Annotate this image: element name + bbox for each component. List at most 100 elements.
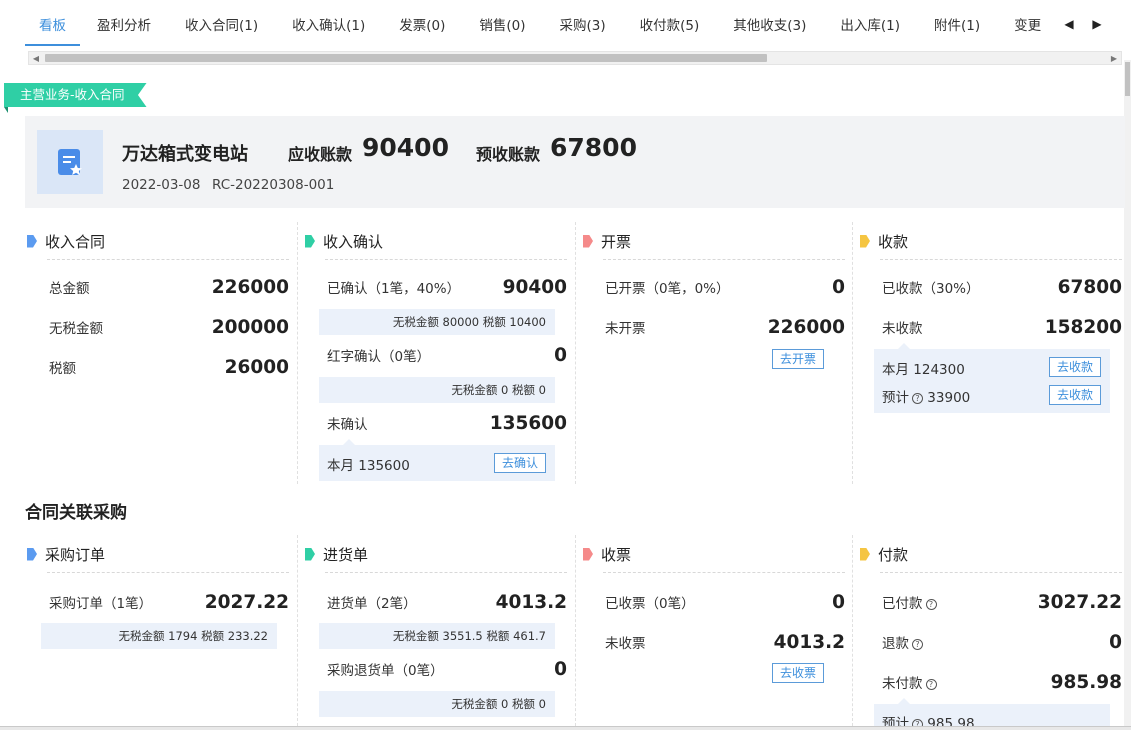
blue-flag-icon (27, 547, 37, 561)
row-value: 2027.22 (204, 591, 289, 613)
blue-flag-icon (27, 234, 37, 248)
unpaid-label: 未付款 (882, 676, 923, 692)
panel-title: 开票 (601, 232, 632, 251)
row-label: 未收款 (882, 321, 923, 337)
confirmed-row: 已确认（1笔，40%） 90400 (327, 275, 567, 299)
section-title: 合同关联采购 (25, 503, 127, 523)
tab-6[interactable]: 采购(3) (543, 0, 623, 46)
divider (880, 259, 1122, 260)
uninvoiced-row: 未开票 226000 (605, 315, 845, 339)
scroll-left-arrow-icon[interactable]: ◀ (29, 52, 43, 64)
callout-pointer (343, 439, 355, 445)
refund-row: 退款? 0 (882, 630, 1122, 654)
row-value: 26000 (224, 356, 289, 378)
row-value: 3027.22 (1037, 591, 1122, 613)
confirmed-tax-note: 无税金额 80000 税额 10400 (319, 309, 555, 335)
forecast-value: 985.98 (927, 716, 975, 726)
tab-scroll-right-button[interactable]: ▶ (1083, 8, 1111, 40)
panel-payment: 付款 已付款? 3027.22 退款? 0 未付款? 985.98 预计? 985.9… (860, 542, 1131, 726)
row-value: 0 (832, 276, 845, 298)
horizontal-scrollbar[interactable]: ◀ ▶ (28, 51, 1122, 65)
divider (325, 572, 567, 573)
tab-1[interactable]: 盈利分析 (80, 0, 168, 46)
panel-purchase-order: 采购订单 采购订单（1笔） 2027.22 无税金额 1794 税额 233.22 (27, 542, 305, 726)
tab-3[interactable]: 收入确认(1) (275, 0, 382, 46)
tab-8[interactable]: 其他收支(3) (716, 0, 823, 46)
tab-scroll-controls: ◀ ▶ (1055, 8, 1131, 40)
vertical-scrollbar-thumb[interactable] (1125, 62, 1130, 96)
pretax-amount-row: 无税金额 200000 (49, 315, 289, 339)
tab-10[interactable]: 附件(1) (917, 0, 997, 46)
scrollbar-thumb[interactable] (45, 54, 767, 62)
forecast-line: 预计? 33900 (882, 386, 970, 406)
tab-11[interactable]: 变更 (997, 0, 1055, 46)
forecast-value: 33900 (927, 390, 971, 406)
received-invoice-row: 已收票（0笔） 0 (605, 590, 845, 614)
tab-list: 看板 盈利分析 收入合同(1) 收入确认(1) 发票(0) 销售(0) 采购(3) 收付款(5… (25, 0, 1055, 50)
row-label: 已付款? (882, 592, 937, 612)
ribbon-fold (4, 107, 8, 113)
contract-document-icon (37, 130, 103, 194)
prepaid-label: 预收账款 (476, 145, 541, 164)
help-question-icon[interactable]: ? (925, 679, 937, 690)
paid-row: 已付款? 3027.22 (882, 590, 1122, 614)
contract-date: 2022-03-08 (122, 177, 201, 193)
go-collect-button[interactable]: 去收款 (1049, 357, 1102, 377)
goods-receipt-row: 进货单（2笔） 4013.2 (327, 590, 567, 614)
purchase-order-tax-note: 无税金额 1794 税额 233.22 (41, 623, 277, 649)
column-separator (297, 222, 298, 484)
panel-income-confirm: 收入确认 已确认（1笔，40%） 90400 无税金额 80000 税额 1040… (305, 229, 583, 489)
unreceived-row: 未收款 158200 (882, 315, 1122, 339)
yellow-flag-icon (860, 547, 870, 561)
row-value: 158200 (1044, 316, 1122, 338)
help-question-icon[interactable]: ? (912, 393, 923, 404)
tab-7[interactable]: 收付款(5) (623, 0, 717, 46)
row-value: 4013.2 (495, 591, 567, 613)
help-question-icon[interactable]: ? (925, 599, 937, 610)
row-value: 226000 (767, 316, 845, 338)
tab-9[interactable]: 出入库(1) (823, 0, 917, 46)
red-confirm-tax-note: 无税金额 0 税额 0 (319, 377, 555, 403)
row-value: 0 (554, 344, 567, 366)
row-label: 进货单（2笔） (327, 596, 417, 612)
row-value: 90400 (502, 276, 567, 298)
red-flag-icon (583, 547, 593, 561)
row-label: 已确认（1笔，40%） (327, 281, 461, 297)
row-label: 未开票 (605, 321, 646, 337)
help-question-icon[interactable]: ? (912, 639, 923, 650)
tab-scroll-left-button[interactable]: ◀ (1055, 8, 1083, 40)
received-row: 已收款（30%） 67800 (882, 275, 1122, 299)
collection-detail-box: 本月 124300 去收款 预计? 33900 去收款 (874, 343, 1110, 413)
go-confirm-button[interactable]: 去确认 (494, 453, 547, 473)
goods-receipt-tax-note: 无税金额 3551.5 税额 461.7 (319, 623, 555, 649)
unconfirmed-row: 未确认 135600 (327, 411, 567, 435)
column-separator (852, 222, 853, 484)
paid-label: 已付款 (882, 596, 923, 612)
go-receive-invoice-button[interactable]: 去收票 (772, 663, 825, 683)
panel-title: 付款 (878, 545, 909, 564)
callout-pointer (898, 698, 910, 704)
tab-bar: 看板 盈利分析 收入合同(1) 收入确认(1) 发票(0) 销售(0) 采购(3) 收付款(5… (0, 0, 1131, 50)
divider (47, 572, 289, 573)
scroll-right-arrow-icon[interactable]: ▶ (1107, 52, 1121, 64)
red-confirm-row: 红字确认（0笔） 0 (327, 343, 567, 367)
yellow-flag-icon (860, 234, 870, 248)
panel-title: 进货单 (323, 545, 369, 564)
go-collect-forecast-button[interactable]: 去收款 (1049, 385, 1102, 405)
panel-collection: 收款 已收款（30%） 67800 未收款 158200 本月 124300 去收款… (860, 229, 1131, 489)
payment-detail-box: 预计? 985.98 (874, 698, 1110, 726)
forecast-line: 预计? 985.98 (882, 712, 975, 726)
go-invoice-button[interactable]: 去开票 (772, 349, 825, 369)
total-amount-row: 总金额 226000 (49, 275, 289, 299)
tab-5[interactable]: 销售(0) (462, 0, 542, 46)
month-amount: 本月 135600 (327, 458, 410, 474)
tab-0[interactable]: 看板 (25, 0, 80, 46)
unconfirmed-detail-box: 本月 135600 去确认 (319, 439, 555, 481)
tab-2[interactable]: 收入合同(1) (168, 0, 275, 46)
unpaid-row: 未付款? 985.98 (882, 670, 1122, 694)
panel-goods-receipt: 进货单 进货单（2笔） 4013.2 无税金额 3551.5 税额 461.7 采… (305, 542, 583, 726)
help-question-icon[interactable]: ? (912, 719, 923, 726)
row-label: 退款? (882, 632, 923, 652)
green-flag-icon (305, 547, 315, 561)
tab-4[interactable]: 发票(0) (382, 0, 462, 46)
